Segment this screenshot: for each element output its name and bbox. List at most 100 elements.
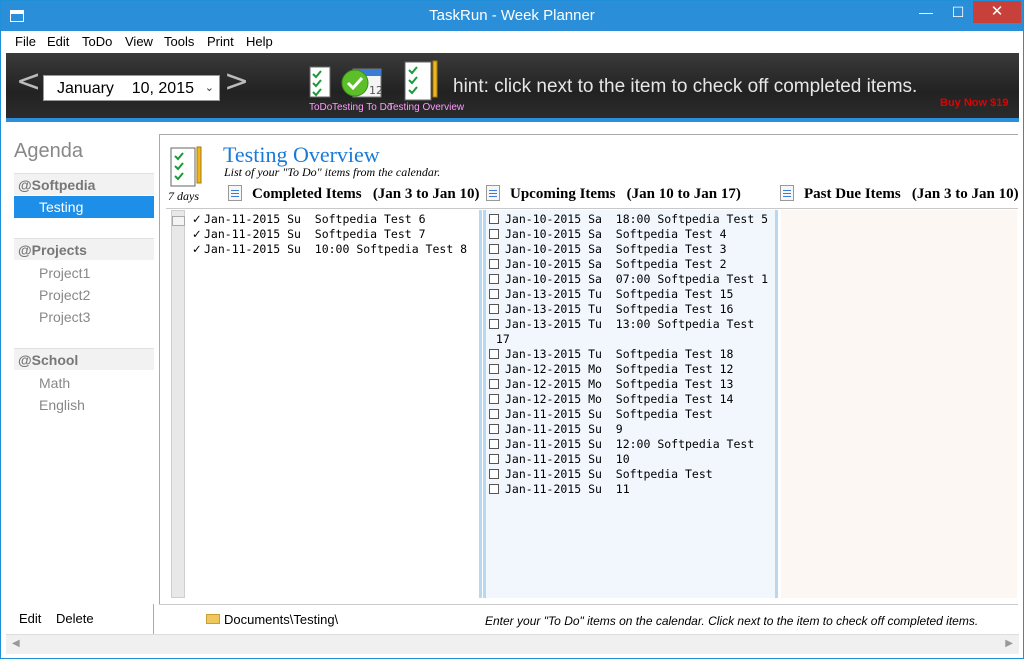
upcoming-item[interactable]: Jan-13-2015 Tu Softpedia Test 16 (489, 302, 768, 317)
checkbox[interactable] (489, 424, 499, 434)
upcoming-item[interactable]: Jan-11-2015 Su Softpedia Test (489, 467, 768, 482)
upcoming-item[interactable]: Jan-10-2015 Sa 18:00 Softpedia Test 5 (489, 212, 768, 227)
upcoming-item-text: Jan-12-2015 Mo Softpedia Test 13 (505, 377, 734, 391)
sidebar-item-testing[interactable]: Testing (14, 196, 154, 218)
upcoming-item[interactable]: Jan-13-2015 Tu Softpedia Test 18 (489, 347, 768, 362)
upcoming-item[interactable]: Jan-11-2015 Su 9 (489, 422, 768, 437)
checkbox[interactable] (489, 409, 499, 419)
status-bar: Documents\Testing\ Enter your "To Do" it… (159, 604, 1018, 634)
upcoming-item[interactable]: Jan-10-2015 Sa Softpedia Test 3 (489, 242, 768, 257)
checkbox[interactable] (489, 304, 499, 314)
checkmark-icon[interactable]: ✓ (192, 212, 204, 227)
upcoming-item[interactable]: Jan-12-2015 Mo Softpedia Test 14 (489, 392, 768, 407)
group-projects[interactable]: @Projects (14, 238, 154, 260)
menu-print[interactable]: Print (207, 34, 234, 49)
checkbox[interactable] (489, 289, 499, 299)
checkbox[interactable] (489, 274, 499, 284)
sidebar-item-english[interactable]: English (14, 394, 154, 416)
checkbox[interactable] (489, 469, 499, 479)
window-title: TaskRun - Week Planner (429, 7, 595, 24)
group-school[interactable]: @School (14, 348, 154, 370)
upcoming-item[interactable]: Jan-11-2015 Su 11 (489, 482, 768, 497)
upcoming-item-text: Jan-11-2015 Su Softpedia Test (505, 467, 713, 481)
checkmark-icon[interactable]: ✓ (192, 227, 204, 242)
checkbox[interactable] (489, 364, 499, 374)
upcoming-item[interactable]: Jan-11-2015 Su 12:00 Softpedia Test (489, 437, 768, 452)
upcoming-item[interactable]: Jan-11-2015 Su 10 (489, 452, 768, 467)
date-picker[interactable]: January 10, 2015 ⌄ (43, 75, 220, 101)
sidebar-item-project1[interactable]: Project1 (14, 262, 154, 284)
scroll-left-icon[interactable]: ◀ (12, 638, 20, 649)
pastdue-header-label: Past Due Items (Jan 3 to Jan 10) (804, 186, 1018, 202)
todo-list-icon[interactable] (309, 65, 333, 103)
upcoming-item-text: Jan-10-2015 Sa 18:00 Softpedia Test 5 (505, 212, 769, 226)
delete-button[interactable]: Delete (56, 611, 94, 626)
list-icon (486, 185, 500, 201)
chevron-down-icon[interactable]: ⌄ (205, 81, 214, 94)
sidebar-item-project2[interactable]: Project2 (14, 284, 154, 306)
overview-subtitle: List of your "To Do" items from the cale… (224, 165, 441, 179)
overview-icon (170, 146, 202, 187)
sidebar-item-math[interactable]: Math (14, 372, 154, 394)
toolbar-hint: hint: click next to the item to check of… (453, 76, 918, 97)
horizontal-scrollbar[interactable]: ◀ ▶ (6, 634, 1019, 654)
checkmark-icon[interactable]: ✓ (192, 242, 204, 257)
menu-view[interactable]: View (125, 34, 153, 49)
days-label: 7 days (168, 189, 199, 203)
upcoming-item[interactable]: Jan-13-2015 Tu Softpedia Test 15 (489, 287, 768, 302)
checkbox[interactable] (489, 379, 499, 389)
completed-item[interactable]: ✓ Jan-11-2015 Su Softpedia Test 6 (192, 212, 467, 227)
upcoming-item[interactable]: Jan-10-2015 Sa Softpedia Test 2 (489, 257, 768, 272)
overview-icon[interactable] (403, 59, 441, 103)
upcoming-item-text: Jan-12-2015 Mo Softpedia Test 14 (505, 392, 734, 406)
list-icon (228, 185, 242, 201)
minimize-button[interactable]: — (911, 1, 941, 23)
checkbox[interactable] (489, 484, 499, 494)
checkbox[interactable] (489, 214, 499, 224)
menu-edit[interactable]: Edit (47, 34, 69, 49)
completed-item-text: Jan-11-2015 Su 10:00 Softpedia Test 8 (204, 242, 468, 256)
upcoming-item[interactable]: Jan-10-2015 Sa 07:00 Softpedia Test 1 (489, 272, 768, 287)
menu-tools[interactable]: Tools (164, 34, 194, 49)
next-week-button[interactable]: > (224, 67, 249, 97)
menu-todo[interactable]: ToDo (82, 34, 112, 49)
previous-week-button[interactable]: < (16, 67, 41, 97)
completed-item[interactable]: ✓ Jan-11-2015 Su 10:00 Softpedia Test 8 (192, 242, 467, 257)
upcoming-item[interactable]: Jan-12-2015 Mo Softpedia Test 12 (489, 362, 768, 377)
completed-item[interactable]: ✓ Jan-11-2015 Su Softpedia Test 7 (192, 227, 467, 242)
completed-list: ✓ Jan-11-2015 Su Softpedia Test 6 ✓ Jan-11-… (187, 210, 482, 598)
testing-overview-label: Testing Overview (388, 102, 465, 113)
upcoming-item[interactable]: Jan-11-2015 Su Softpedia Test (489, 407, 768, 422)
scroll-right-icon[interactable]: ▶ (1005, 638, 1013, 649)
checkbox[interactable] (489, 229, 499, 239)
upcoming-item[interactable]: Jan-12-2015 Mo Softpedia Test 13 (489, 377, 768, 392)
upcoming-item-text: Jan-10-2015 Sa Softpedia Test 3 (505, 242, 727, 256)
checkbox[interactable] (489, 244, 499, 254)
upcoming-item[interactable]: Jan-10-2015 Sa Softpedia Test 4 (489, 227, 768, 242)
checkbox[interactable] (489, 319, 499, 329)
calendar-check-icon[interactable]: 12 (339, 65, 383, 99)
checkbox[interactable] (489, 349, 499, 359)
testing-todo-label: Testing To Do (332, 102, 393, 113)
close-button[interactable]: ✕ (973, 1, 1021, 23)
checkbox[interactable] (489, 394, 499, 404)
toolbar: < January 10, 2015 ⌄ > 12 ToDo Testing T… (6, 53, 1019, 122)
completed-item-text: Jan-11-2015 Su Softpedia Test 7 (204, 227, 426, 241)
edit-button[interactable]: Edit (19, 611, 41, 626)
vertical-scrollbar[interactable] (171, 210, 185, 598)
menu-file[interactable]: File (15, 34, 36, 49)
todo-tool-label: ToDo (309, 102, 333, 113)
buy-now-link[interactable]: Buy Now $19 (940, 97, 1008, 109)
svg-text:12: 12 (369, 84, 383, 97)
sidebar-item-project3[interactable]: Project3 (14, 306, 154, 328)
header-divider (166, 208, 1018, 209)
checkbox[interactable] (489, 439, 499, 449)
maximize-button[interactable]: ☐ (943, 1, 973, 23)
upcoming-item[interactable]: Jan-13-2015 Tu 13:00 Softpedia Test 17 (489, 317, 768, 347)
checkbox[interactable] (489, 454, 499, 464)
menu-help[interactable]: Help (246, 34, 273, 49)
checkbox[interactable] (489, 259, 499, 269)
group-softpedia[interactable]: @Softpedia (14, 173, 154, 195)
scrollbar-thumb[interactable] (172, 216, 185, 226)
status-hint: Enter your "To Do" items on the calendar… (485, 614, 979, 628)
